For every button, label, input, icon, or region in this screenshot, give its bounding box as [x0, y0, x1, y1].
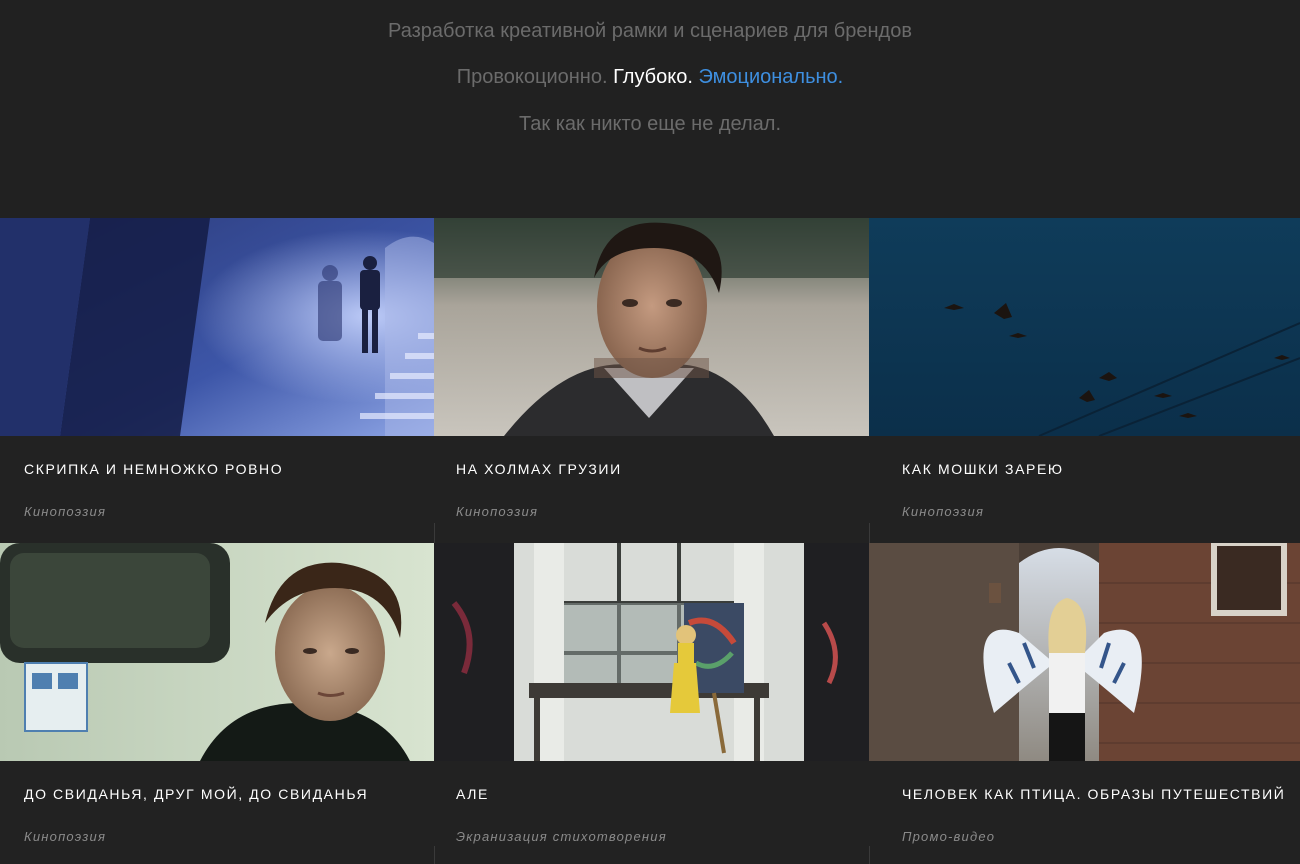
project-card[interactable]: НА ХОЛМАХ ГРУЗИИ Кинопоэзия	[434, 218, 869, 543]
project-category: Кинопоэзия	[902, 504, 985, 519]
project-thumbnail[interactable]	[869, 218, 1300, 436]
project-title[interactable]: НА ХОЛМАХ ГРУЗИИ	[456, 461, 622, 477]
project-category: Кинопоэзия	[24, 504, 107, 519]
project-title[interactable]: ДО СВИДАНЬЯ, ДРУГ МОЙ, ДО СВИДАНЬЯ	[24, 786, 368, 802]
tagline-word-deep: Глубоко.	[613, 66, 693, 88]
project-thumbnail[interactable]	[869, 543, 1300, 761]
project-thumbnail[interactable]	[434, 543, 869, 761]
project-card[interactable]: КАК МОШКИ ЗАРЕЮ Кинопоэзия	[869, 218, 1300, 543]
project-thumbnail[interactable]	[0, 543, 434, 761]
project-title[interactable]: КАК МОШКИ ЗАРЕЮ	[902, 461, 1064, 477]
hero-section: Разработка креативной рамки и сценариев …	[0, 0, 1300, 218]
projects-grid: СКРИПКА И НЕМНОЖКО РОВНО Кинопоэзия НА Х…	[0, 218, 1300, 864]
project-thumbnail[interactable]	[0, 218, 434, 436]
project-category: Промо-видео	[902, 829, 996, 844]
project-thumbnail[interactable]	[434, 218, 869, 436]
project-title[interactable]: ЧЕЛОВЕК КАК ПТИЦА. ОБРАЗЫ ПУТЕШЕСТВИЙ	[902, 786, 1285, 802]
project-card[interactable]: ДО СВИДАНЬЯ, ДРУГ МОЙ, ДО СВИДАНЬЯ Киноп…	[0, 543, 434, 864]
hero-heading: Разработка креативной рамки и сценариев …	[388, 20, 912, 42]
divider	[869, 846, 870, 864]
divider	[434, 846, 435, 864]
divider	[869, 523, 870, 543]
project-card[interactable]: АЛЕ Экранизация стихотворения	[434, 543, 869, 864]
project-title[interactable]: СКРИПКА И НЕМНОЖКО РОВНО	[24, 461, 283, 477]
project-card[interactable]: СКРИПКА И НЕМНОЖКО РОВНО Кинопоэзия	[0, 218, 434, 543]
project-card[interactable]: ЧЕЛОВЕК КАК ПТИЦА. ОБРАЗЫ ПУТЕШЕСТВИЙ Пр…	[869, 543, 1300, 864]
divider	[434, 523, 435, 543]
project-category: Кинопоэзия	[24, 829, 107, 844]
project-category: Кинопоэзия	[456, 504, 539, 519]
hero-subline: Так как никто еще не делал.	[518, 113, 782, 135]
tagline-word-emotional: Эмоционально.	[698, 66, 844, 88]
project-category: Экранизация стихотворения	[456, 829, 667, 844]
project-title[interactable]: АЛЕ	[456, 786, 489, 802]
tagline-word-provocative: Провокоционно.	[456, 66, 608, 88]
hero-tagline: Провокоционно. Глубоко. Эмоционально.	[0, 65, 1300, 89]
